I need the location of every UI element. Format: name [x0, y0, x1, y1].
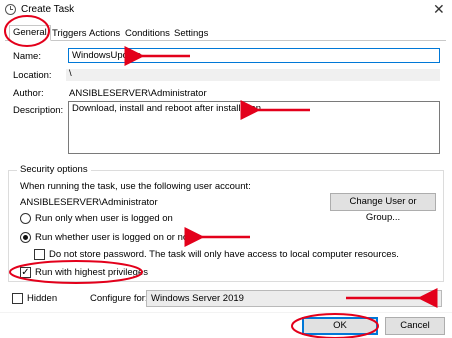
ok-button-circle [291, 313, 379, 338]
annotation-overlay [4, 15, 438, 338]
general-tab-circle [4, 15, 50, 47]
highest-privileges-circle [9, 260, 143, 284]
